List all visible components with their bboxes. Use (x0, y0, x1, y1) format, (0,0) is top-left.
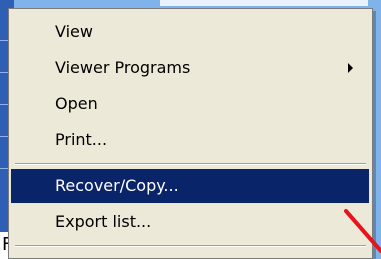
menu-item-label: View (55, 22, 93, 41)
menu-item-recover-copy[interactable]: Recover/Copy... (11, 169, 369, 203)
menu-item-label: Recover/Copy... (55, 176, 179, 195)
background-window-edge (160, 0, 381, 6)
menu-item-label: Export list... (55, 212, 152, 231)
menu-item-viewer-programs[interactable]: Viewer Programs (11, 51, 369, 85)
context-menu: View Viewer Programs Open Print... Recov… (8, 8, 373, 259)
menu-item-label: Viewer Programs (55, 58, 191, 77)
menu-item-label: Print... (55, 130, 108, 149)
submenu-arrow-icon (348, 63, 353, 73)
menu-item-print[interactable]: Print... (11, 123, 369, 157)
menu-separator (15, 245, 366, 247)
menu-item-open[interactable]: Open (11, 87, 369, 121)
menu-item-view[interactable]: View (11, 15, 369, 49)
menu-separator (15, 163, 366, 165)
menu-item-export-list[interactable]: Export list... (11, 205, 369, 239)
menu-item-label: Open (55, 94, 98, 113)
